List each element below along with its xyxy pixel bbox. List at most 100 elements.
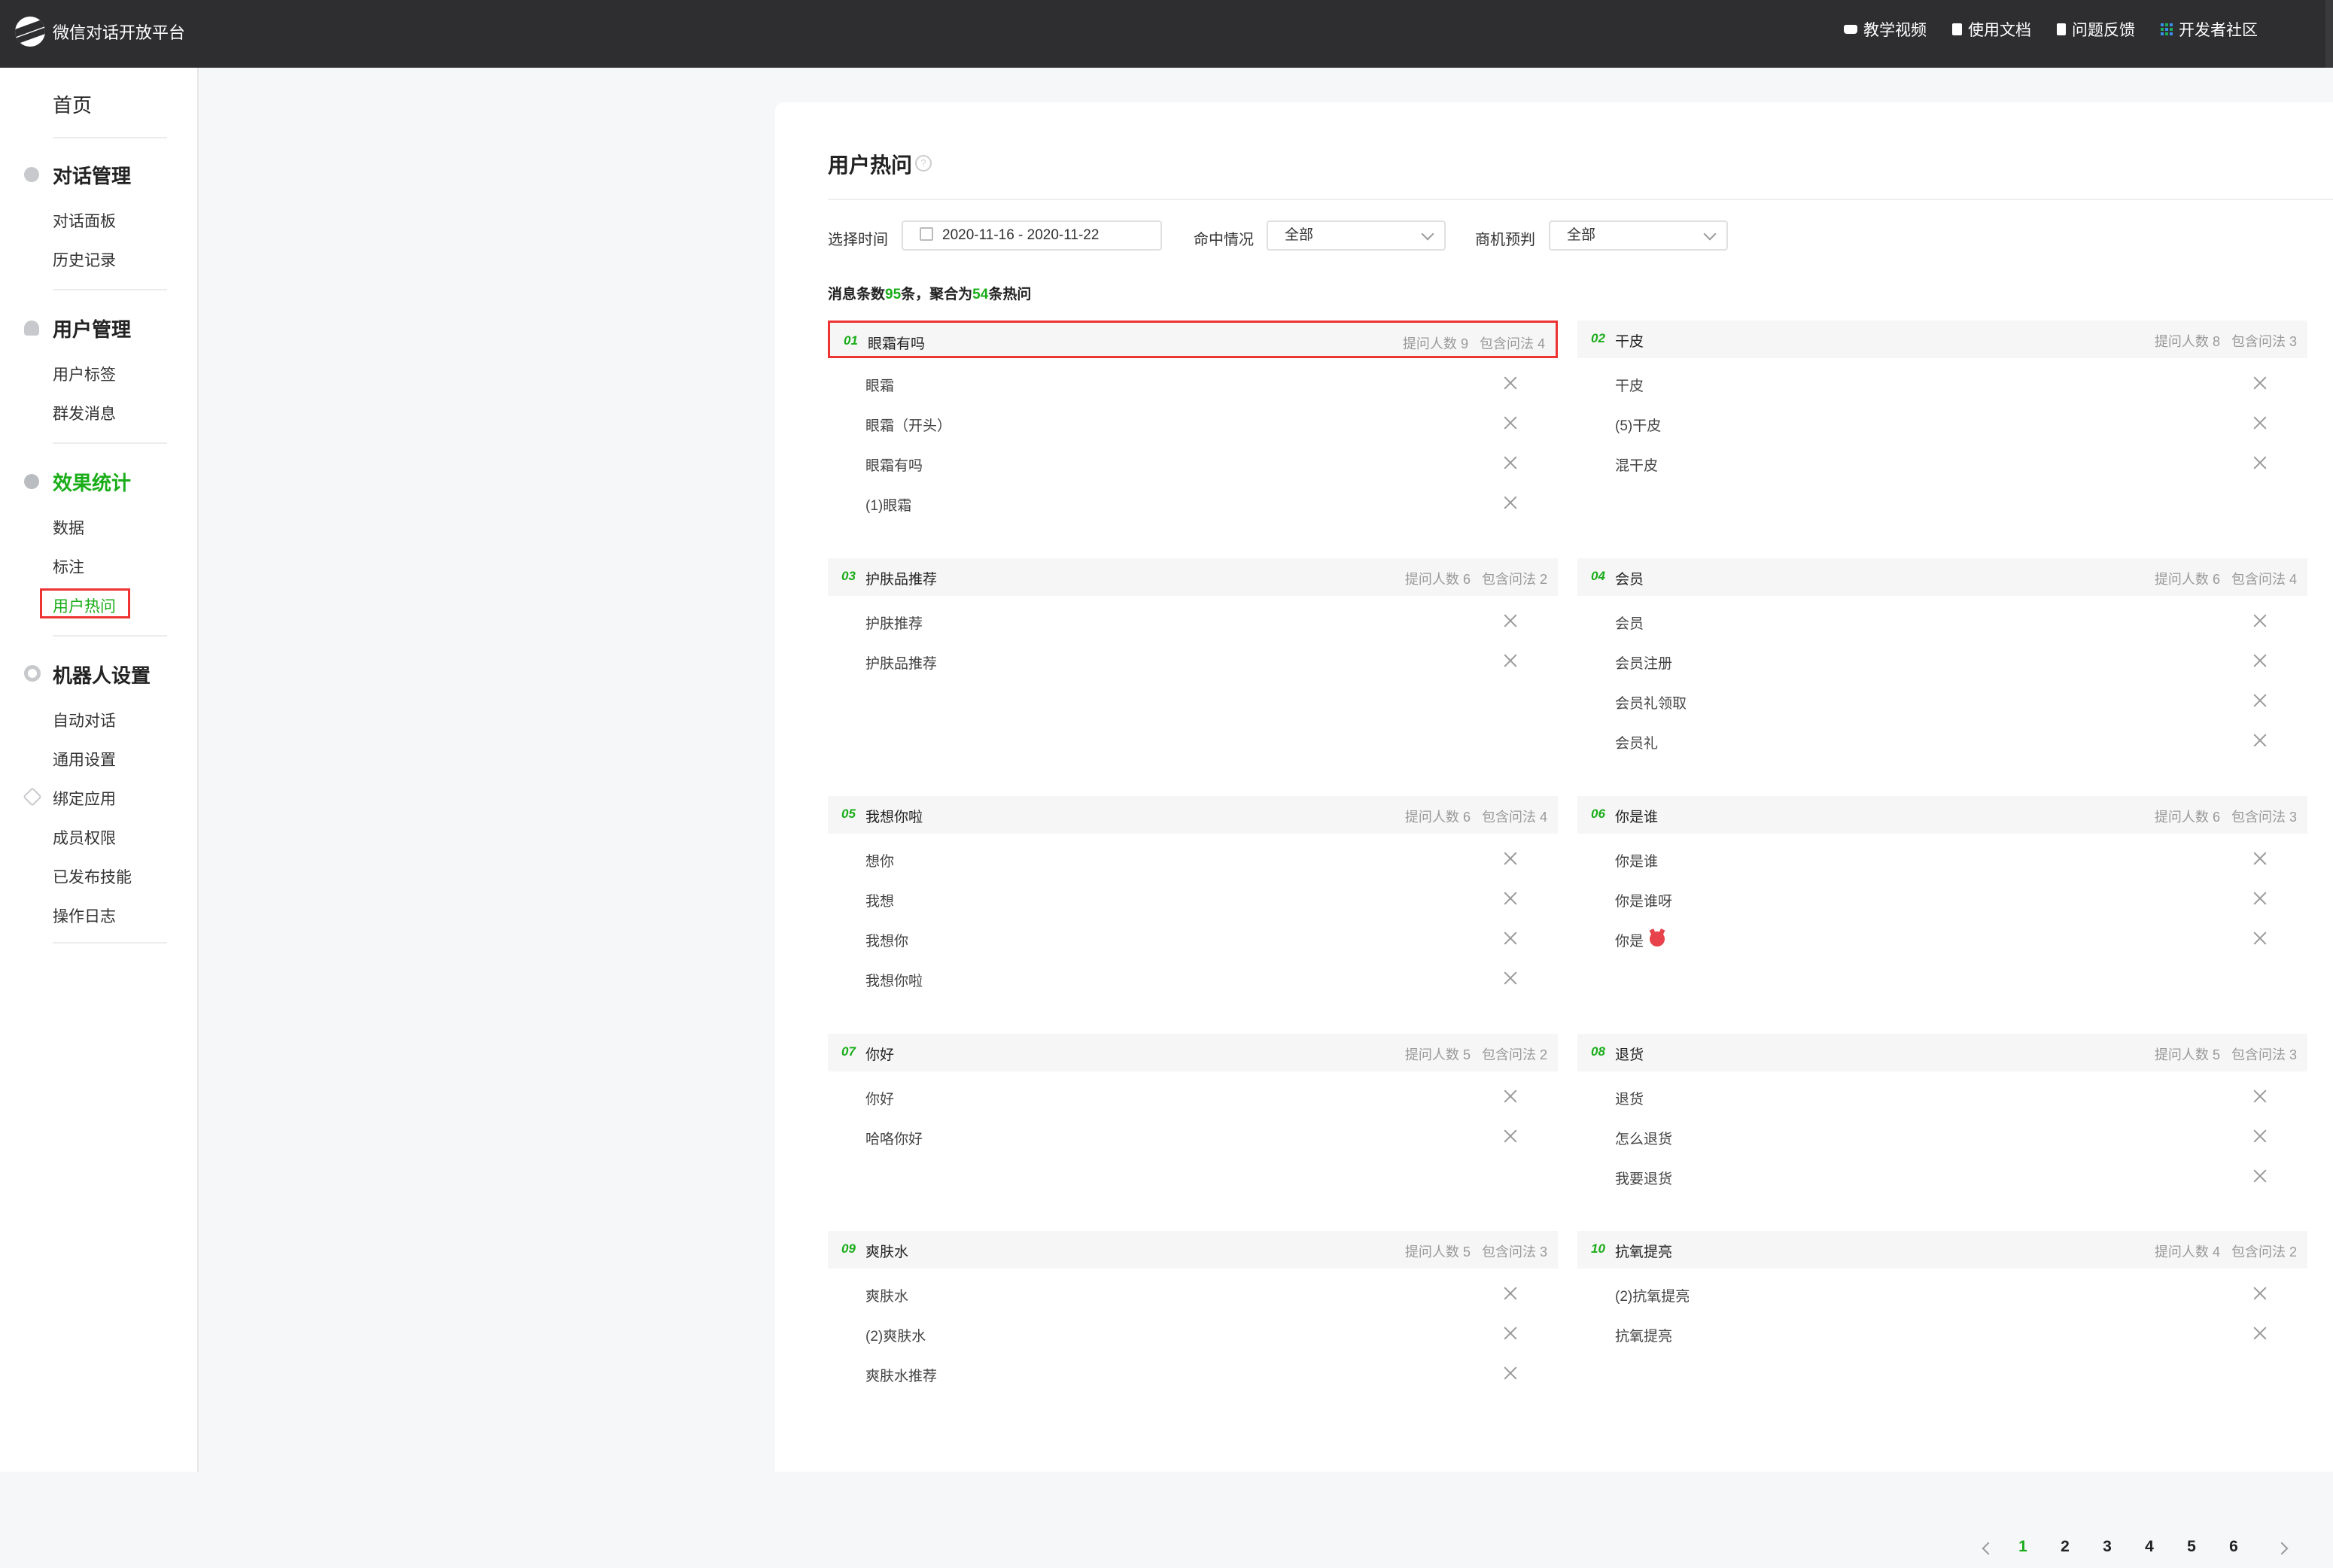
- close-icon[interactable]: [1504, 1326, 1517, 1340]
- summary-text: 消息条数95条，聚合为54条热问: [828, 283, 1031, 303]
- variants-count: 3: [2289, 810, 2297, 825]
- close-icon[interactable]: [2253, 1169, 2267, 1183]
- close-icon[interactable]: [2253, 614, 2267, 628]
- time-filter-label: 选择时间: [828, 232, 888, 248]
- sidebar-group-users[interactable]: 用户管理: [53, 315, 131, 342]
- cluster-header[interactable]: 06 你是谁 提问人数 6 包含问法 3: [1577, 796, 2307, 834]
- cluster-header[interactable]: 07 你好 提问人数 5 包含问法 2: [828, 1034, 1558, 1071]
- close-icon[interactable]: [1504, 1129, 1517, 1143]
- close-icon[interactable]: [2253, 654, 2267, 667]
- close-icon[interactable]: [2253, 892, 2267, 905]
- prev-page-icon[interactable]: [1982, 1542, 1995, 1555]
- question-item: (1)眼霜: [865, 498, 912, 514]
- cluster-stats: 提问人数 4 包含问法 2: [2155, 1241, 2297, 1261]
- close-icon[interactable]: [1504, 1287, 1517, 1300]
- top-link-video[interactable]: 教学视频: [1844, 18, 1927, 41]
- hit-filter-select[interactable]: 全部: [1267, 220, 1446, 251]
- cluster-name: 爽肤水: [865, 1244, 909, 1260]
- question-item: 我想你: [865, 934, 909, 950]
- help-icon[interactable]: ?: [915, 155, 932, 172]
- sidebar-item-general-settings[interactable]: 通用设置: [53, 748, 116, 770]
- cluster-header[interactable]: 08 退货 提问人数 5 包含问法 3: [1577, 1034, 2307, 1071]
- highlight-box: [40, 588, 130, 618]
- variants-label: 包含问法: [1481, 1047, 1536, 1062]
- close-icon[interactable]: [1504, 892, 1517, 905]
- hot-question-count: 54: [972, 287, 989, 302]
- cluster-name: 你是谁: [1615, 810, 1659, 825]
- sidebar-item-published-skills[interactable]: 已发布技能: [53, 865, 132, 888]
- sidebar-item-home[interactable]: 首页: [53, 90, 92, 118]
- sidebar-group-dialog[interactable]: 对话管理: [53, 161, 131, 189]
- sidebar-item-broadcast[interactable]: 群发消息: [53, 402, 116, 424]
- cluster-header[interactable]: 04 会员 提问人数 6 包含问法 4: [1577, 558, 2307, 596]
- sidebar-item-annotate[interactable]: 标注: [53, 555, 84, 578]
- sidebar-item-dialog-panel[interactable]: 对话面板: [53, 209, 116, 232]
- page-6[interactable]: 6: [2220, 1538, 2247, 1556]
- cluster-header[interactable]: 05 我想你啦 提问人数 6 包含问法 4: [828, 796, 1558, 834]
- close-icon[interactable]: [2253, 376, 2267, 390]
- page-5[interactable]: 5: [2178, 1538, 2205, 1556]
- sidebar-item-auto-dialog[interactable]: 自动对话: [53, 709, 116, 731]
- scrollbar[interactable]: [2325, 0, 2333, 68]
- cluster-header[interactable]: 09 爽肤水 提问人数 5 包含问法 3: [828, 1231, 1558, 1269]
- askers-count: 9: [1460, 336, 1468, 351]
- question-item: (5)干皮: [1615, 418, 1662, 434]
- variants-label: 包含问法: [2231, 810, 2286, 825]
- sidebar-group-robot[interactable]: 机器人设置: [53, 661, 151, 688]
- cluster-header[interactable]: 03 护肤品推荐 提问人数 6 包含问法 2: [828, 558, 1558, 596]
- askers-count: 6: [1462, 572, 1471, 587]
- cluster-header[interactable]: 01 眼霜有吗 提问人数 9 包含问法 4: [828, 321, 1558, 358]
- biz-filter-label: 商机预判: [1475, 232, 1535, 248]
- sidebar-item-member-permissions[interactable]: 成员权限: [53, 826, 116, 849]
- close-icon[interactable]: [2253, 1326, 2267, 1340]
- page-1[interactable]: 1: [2009, 1538, 2036, 1556]
- page-2[interactable]: 2: [2052, 1538, 2079, 1556]
- sidebar-item-history[interactable]: 历史记录: [53, 248, 116, 271]
- divider: [53, 942, 167, 944]
- close-icon[interactable]: [2253, 416, 2267, 430]
- close-icon[interactable]: [2253, 852, 2267, 865]
- question-item: 会员礼: [1615, 736, 1659, 752]
- sidebar: 首页 对话管理 对话面板 历史记录 用户管理 用户标签 群发消息 效果统计 数据…: [0, 68, 199, 1472]
- close-icon[interactable]: [1504, 931, 1517, 945]
- close-icon[interactable]: [2253, 931, 2267, 945]
- top-link-docs[interactable]: 使用文档: [1952, 18, 2031, 41]
- biz-filter-select[interactable]: 全部: [1549, 220, 1728, 251]
- close-icon[interactable]: [1504, 1089, 1517, 1103]
- close-icon[interactable]: [1504, 456, 1517, 469]
- date-range-picker[interactable]: 2020-11-16 - 2020-11-22: [902, 220, 1162, 251]
- close-icon[interactable]: [1504, 1366, 1517, 1380]
- close-icon[interactable]: [2253, 456, 2267, 469]
- close-icon[interactable]: [1504, 496, 1517, 509]
- sidebar-item-operation-log[interactable]: 操作日志: [53, 904, 116, 927]
- main-content: 用户热问 ? 选择时间 2020-11-16 - 2020-11-22 命中情况…: [775, 102, 2333, 1555]
- close-icon[interactable]: [1504, 376, 1517, 390]
- close-icon[interactable]: [1504, 614, 1517, 628]
- close-icon[interactable]: [1504, 971, 1517, 985]
- sidebar-group-stats[interactable]: 效果统计: [53, 468, 131, 496]
- next-page-icon[interactable]: [2275, 1542, 2289, 1555]
- page-3[interactable]: 3: [2094, 1538, 2121, 1556]
- close-icon[interactable]: [1504, 852, 1517, 865]
- close-icon[interactable]: [2253, 1129, 2267, 1143]
- top-link-feedback[interactable]: 问题反馈: [2057, 18, 2135, 41]
- question-item: 你是: [1615, 934, 1644, 950]
- close-icon[interactable]: [1504, 416, 1517, 430]
- logo[interactable]: 微信对话开放平台: [15, 17, 185, 47]
- cluster-header[interactable]: 10 抗氧提亮 提问人数 4 包含问法 2: [1577, 1231, 2307, 1269]
- cluster-index: 06: [1591, 807, 1605, 821]
- close-icon[interactable]: [1504, 654, 1517, 667]
- cluster-stats: 提问人数 8 包含问法 3: [2155, 331, 2297, 351]
- sidebar-item-bind-app[interactable]: 绑定应用: [53, 787, 116, 810]
- top-link-community[interactable]: 开发者社区: [2161, 18, 2258, 41]
- cluster-header[interactable]: 02 干皮 提问人数 8 包含问法 3: [1577, 321, 2307, 358]
- question-item: 你是谁: [1615, 854, 1659, 870]
- variants-label: 包含问法: [2231, 1244, 2286, 1260]
- sidebar-item-user-tags[interactable]: 用户标签: [53, 363, 116, 385]
- sidebar-item-data[interactable]: 数据: [53, 516, 84, 539]
- close-icon[interactable]: [2253, 734, 2267, 747]
- close-icon[interactable]: [2253, 1287, 2267, 1300]
- close-icon[interactable]: [2253, 1089, 2267, 1103]
- close-icon[interactable]: [2253, 694, 2267, 707]
- page-4[interactable]: 4: [2136, 1538, 2163, 1556]
